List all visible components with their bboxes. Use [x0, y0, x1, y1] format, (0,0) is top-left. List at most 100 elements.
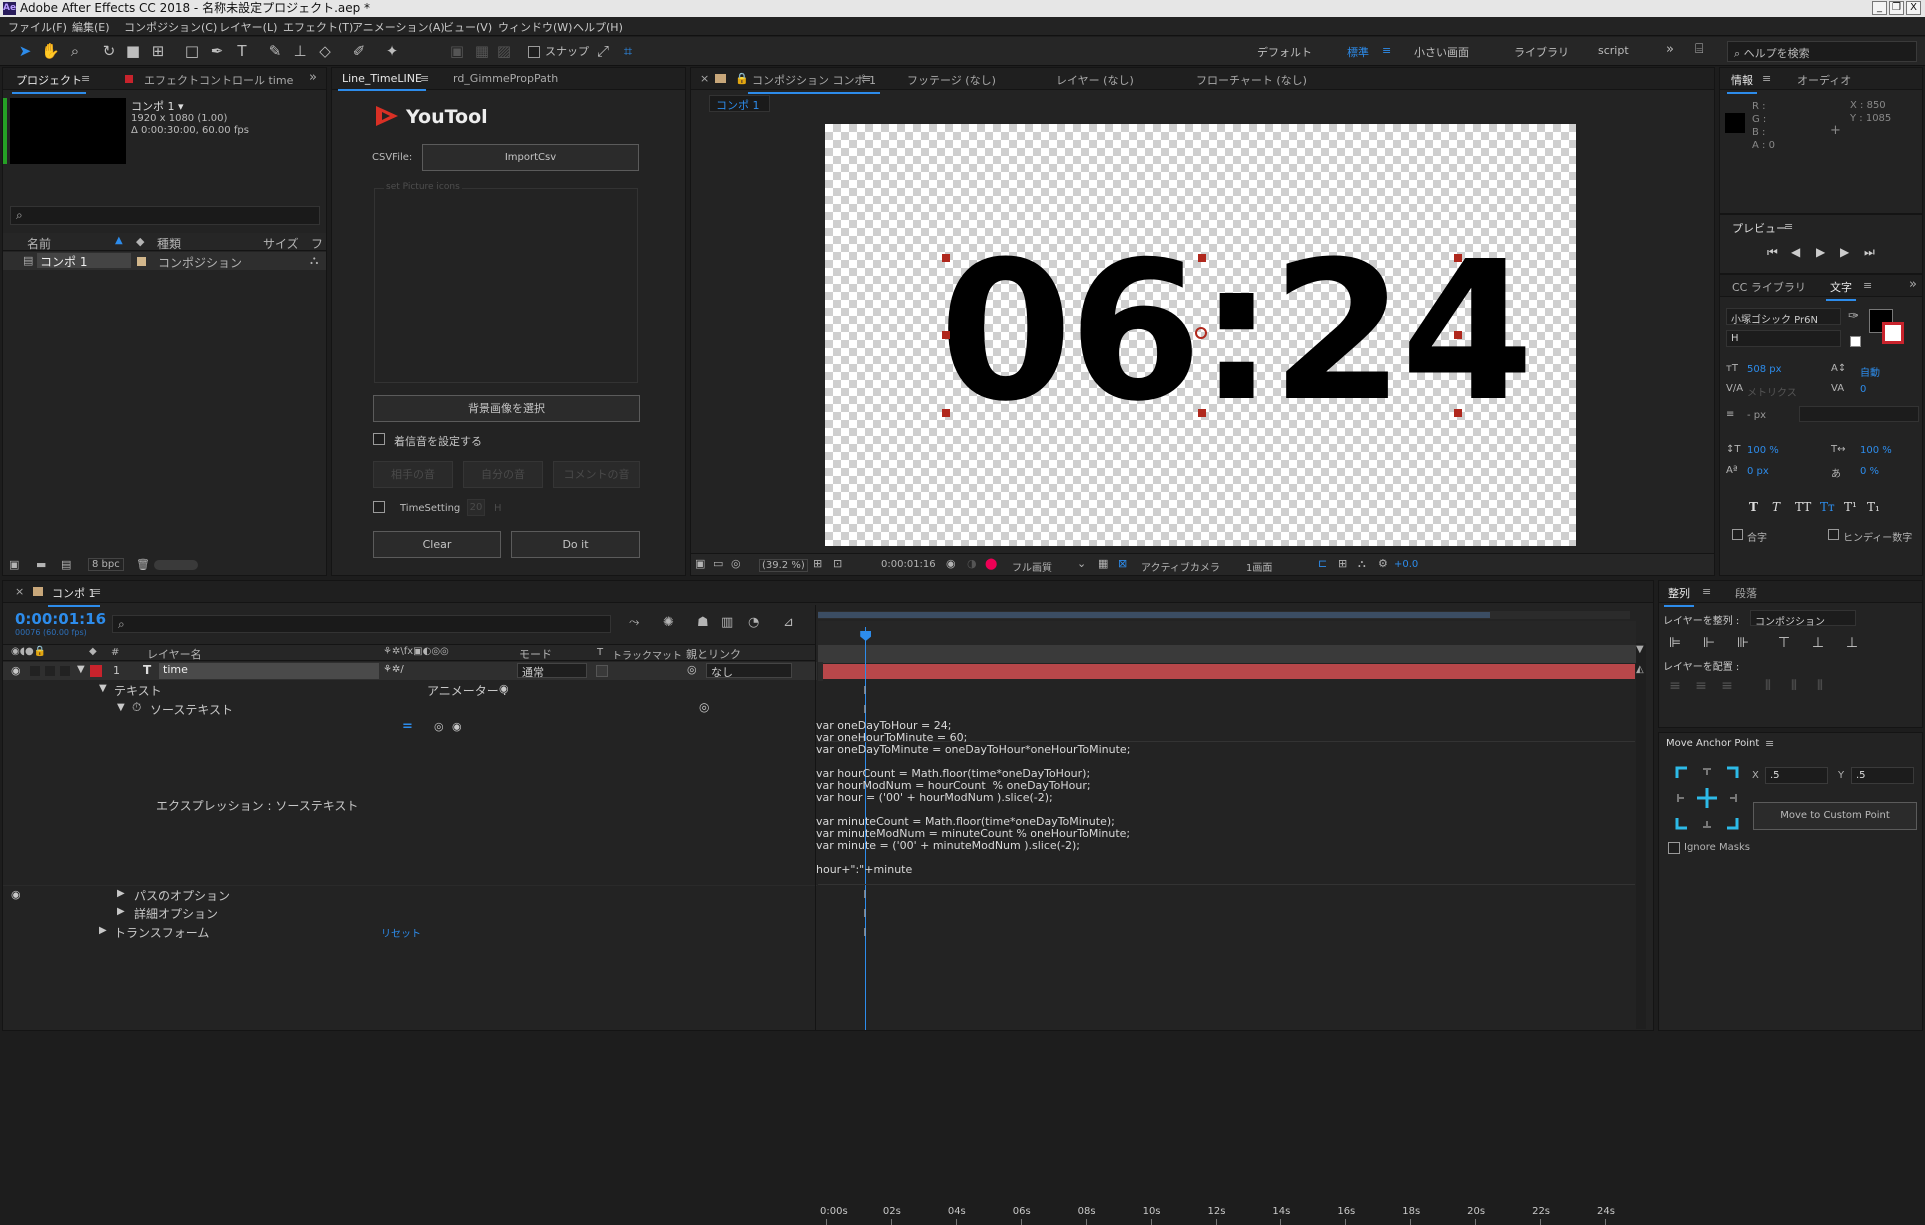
roto-brush-tool-icon[interactable]: ✐ — [350, 42, 368, 60]
camera-tool-icon[interactable]: ■ — [124, 42, 142, 60]
pan-behind-tool-icon[interactable]: ⊞ — [149, 42, 167, 60]
timeline-link-icon[interactable]: ⊞ — [1338, 557, 1347, 570]
hide-shy-layers-icon[interactable]: ☗ — [697, 615, 709, 630]
select-background-button[interactable]: 背景画像を選択 — [373, 395, 640, 422]
comment-sound-button[interactable]: コメントの音 — [553, 461, 640, 488]
twirl-open-icon[interactable]: ▼ — [117, 702, 125, 713]
type-tool-icon[interactable]: T — [233, 42, 251, 60]
time-ruler[interactable] — [818, 621, 1636, 645]
expression-code-editor[interactable]: var oneDayToHour = 24; var oneHourToMinu… — [816, 720, 1130, 876]
project-search-input[interactable]: ⌕ — [10, 206, 320, 225]
column-parent[interactable]: 親とリンク — [686, 646, 741, 662]
tsume-value[interactable]: 0 % — [1860, 466, 1879, 477]
expression-language-menu-icon[interactable]: ◉ — [452, 720, 462, 733]
prev-frame-icon[interactable]: ◀ — [1791, 245, 1800, 259]
keyframe-marker-icon[interactable]: I — [863, 907, 866, 920]
menu-animation[interactable]: アニメーション(A) — [352, 19, 445, 35]
tab-character[interactable]: 文字 — [1826, 279, 1856, 301]
align-left-icon[interactable]: ⊫ — [1666, 635, 1684, 651]
small-caps-button[interactable]: Tт — [1820, 500, 1835, 514]
anchor-panel-menu-icon[interactable]: ≡ — [1765, 737, 1774, 750]
tab-effect-controls[interactable]: エフェクトコントロール time — [144, 72, 293, 88]
column-name[interactable]: 名前 — [27, 235, 51, 252]
tab-line-timeline[interactable]: Line_TimeLINE — [338, 72, 426, 91]
align-top-icon[interactable]: ⊤ — [1775, 635, 1793, 651]
snap-feature-icon[interactable]: ⌗ — [619, 42, 637, 60]
menu-composition[interactable]: コンポジション(C) — [124, 19, 217, 35]
maximize-button[interactable]: ❐ — [1889, 1, 1904, 15]
audio-toggle[interactable] — [30, 666, 40, 676]
axis-mode-icon[interactable]: ▣ — [448, 42, 466, 60]
expression-enable-icon[interactable]: = — [402, 719, 413, 734]
faux-italic-button[interactable]: T — [1772, 500, 1780, 514]
bit-depth-button[interactable]: 8 bpc — [88, 558, 124, 571]
transform-reset-link[interactable]: リセット — [381, 925, 421, 940]
eyedropper-icon[interactable]: ✑ — [1848, 309, 1859, 324]
kerning-value[interactable]: メトリクス — [1747, 384, 1797, 399]
do-it-button[interactable]: Do it — [511, 531, 640, 558]
tracking-value[interactable]: 0 — [1860, 384, 1866, 395]
transform-handle[interactable] — [1454, 254, 1462, 262]
text-group-row[interactable]: ▼ テキスト アニメーター : ◉ — [3, 681, 817, 699]
tab-menu-icon[interactable]: ≡ — [92, 585, 101, 598]
motion-blur-icon[interactable]: ◔ — [748, 615, 759, 630]
panel-overflow-icon[interactable]: » — [1909, 277, 1917, 292]
switches-icons[interactable]: ⚘✲\fx▣◐◎◎ — [383, 646, 449, 657]
layer-duration-bar[interactable] — [823, 664, 1635, 679]
keyframe-marker-icon[interactable]: I — [863, 684, 866, 697]
close-tab-icon[interactable]: × — [15, 585, 24, 598]
first-frame-icon[interactable]: ⏮ — [1767, 245, 1778, 260]
close-button[interactable]: X — [1906, 1, 1921, 15]
timesetting-input[interactable]: 20 — [467, 499, 485, 516]
tab-align[interactable]: 整列 — [1664, 585, 1694, 607]
tab-project-menu-icon[interactable]: ≡ — [81, 72, 90, 85]
eye-icon[interactable]: ◉ — [11, 664, 21, 677]
work-area-bar[interactable] — [818, 612, 1490, 618]
tab-timeline-comp[interactable]: コンポ 1 — [48, 585, 99, 607]
menu-layer[interactable]: レイヤー(L) — [219, 19, 277, 35]
3d-glasses-icon[interactable]: ◎ — [731, 557, 741, 570]
hindi-digits-checkbox[interactable] — [1828, 529, 1839, 540]
faux-bold-button[interactable]: T — [1749, 500, 1758, 514]
transform-handle[interactable] — [942, 254, 950, 262]
minimize-button[interactable]: _ — [1872, 1, 1887, 15]
keyframe-marker-icon[interactable]: I — [863, 888, 866, 901]
twirl-closed-icon[interactable]: ▶ — [117, 906, 125, 917]
workspace-menu-icon[interactable]: ≡ — [1382, 44, 1391, 57]
transform-handle[interactable] — [1454, 409, 1462, 417]
tab-project[interactable]: プロジェクト — [12, 72, 86, 94]
column-track-matte[interactable]: トラックマット — [612, 647, 682, 662]
timeline-search-input[interactable]: ⌕ — [112, 615, 611, 633]
tab-gimme-prop-path[interactable]: rd_GimmePropPath — [453, 72, 558, 85]
superscript-button[interactable]: T¹ — [1844, 500, 1857, 514]
reset-exposure-icon[interactable]: ⚙ — [1378, 557, 1388, 570]
layer-in-point[interactable] — [818, 662, 823, 681]
twirl-closed-icon[interactable]: ▶ — [117, 888, 125, 899]
column-layer-name[interactable]: レイヤー名 — [147, 646, 202, 662]
tab-menu-icon[interactable]: ≡ — [862, 72, 871, 85]
tab-info[interactable]: 情報 — [1727, 72, 1757, 94]
transform-row[interactable]: ▶ トランスフォーム リセット — [3, 923, 817, 941]
tab-footage[interactable]: フッテージ (なし) — [907, 72, 996, 88]
region-of-interest-icon[interactable]: ⊡ — [833, 557, 842, 570]
transform-handle[interactable] — [1454, 331, 1462, 339]
all-caps-button[interactable]: TT — [1795, 500, 1811, 514]
timeline-scrollbar[interactable] — [1636, 643, 1646, 1029]
transform-handle[interactable] — [1198, 254, 1206, 262]
view-axis-icon[interactable]: ▨ — [495, 42, 513, 60]
eye-icon[interactable]: ◉ — [11, 888, 21, 901]
puppet-pin-tool-icon[interactable]: ✦ — [383, 42, 401, 60]
tab-composition[interactable]: コンポジション コンポ 1 — [748, 72, 880, 94]
font-style-dropdown[interactable]: H — [1726, 330, 1841, 347]
preview-menu-icon[interactable]: ≡ — [1784, 220, 1793, 233]
thumbnail-scroll-slider[interactable] — [154, 560, 198, 570]
anchor-y-input[interactable]: .5 — [1851, 767, 1914, 784]
close-tab-icon[interactable]: × — [700, 72, 709, 85]
partner-sound-button[interactable]: 相手の音 — [373, 461, 453, 488]
twirl-open-icon[interactable]: ▼ — [77, 664, 85, 675]
label-column-icon[interactable]: ◆ — [89, 646, 97, 657]
stroke-color-swatch[interactable] — [1882, 322, 1904, 344]
menu-file[interactable]: ファイル(F) — [8, 19, 67, 35]
menu-window[interactable]: ウィンドウ(W) — [498, 19, 572, 35]
current-timecode[interactable]: 0:00:01:16 — [15, 610, 106, 628]
